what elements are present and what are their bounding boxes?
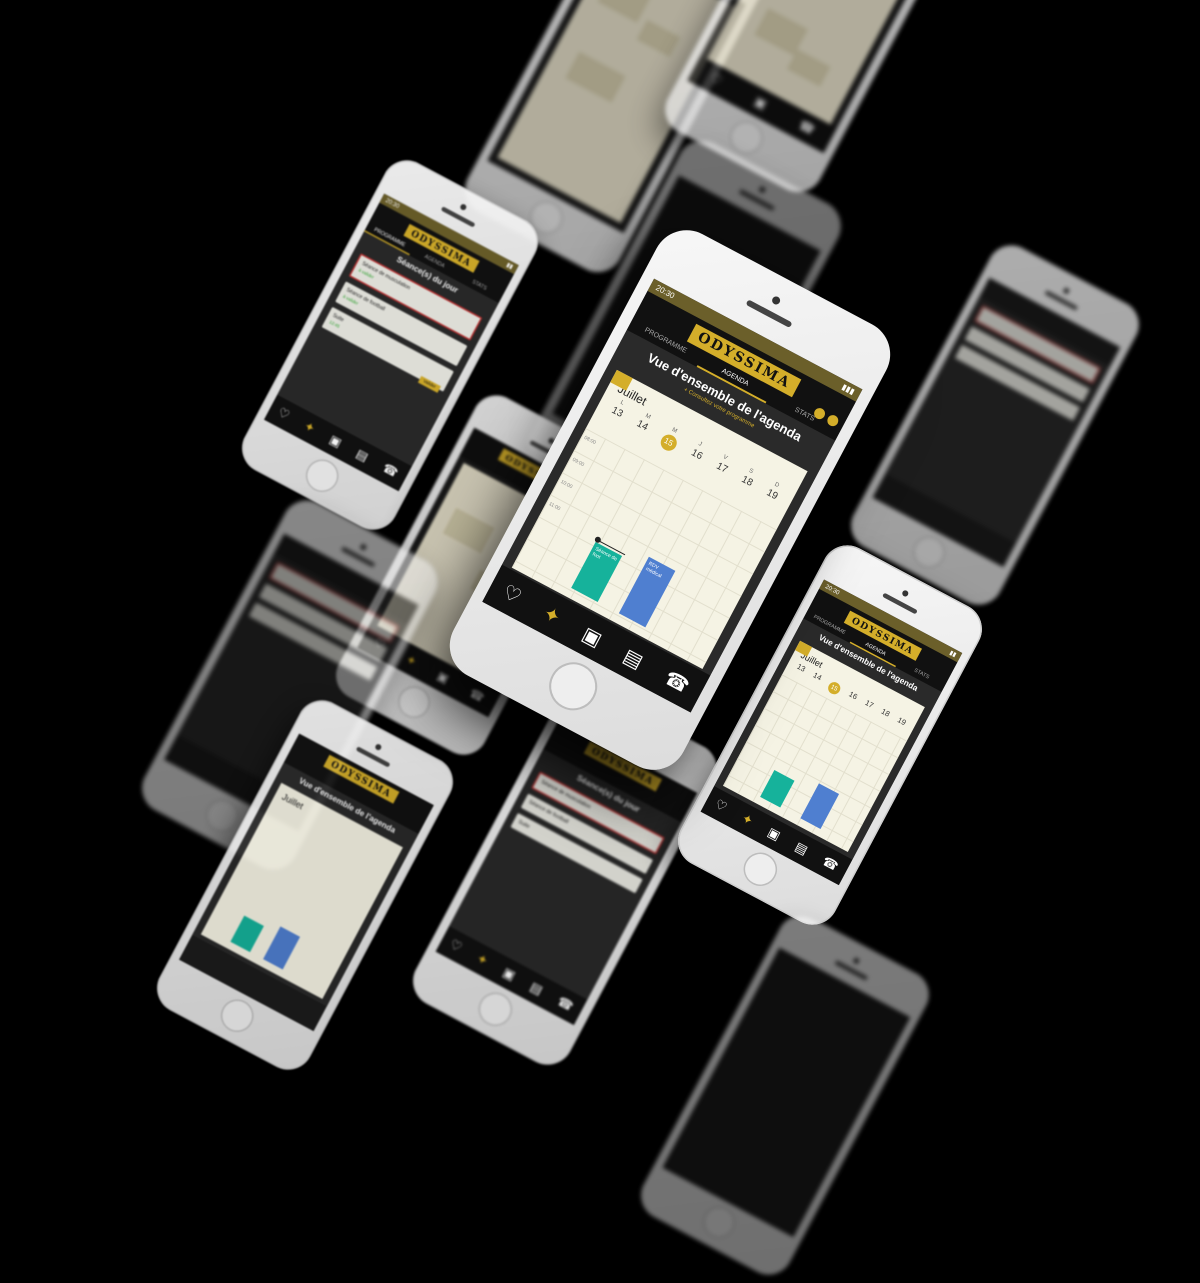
phone-mockup-bottomright-partial bbox=[632, 906, 938, 1283]
phone-icon[interactable]: ☎ bbox=[467, 686, 487, 706]
runner-icon[interactable]: ✦ bbox=[539, 600, 566, 630]
date-cell[interactable]: 17 bbox=[712, 461, 729, 480]
date-cell[interactable]: 19 bbox=[762, 487, 780, 506]
phone-icon[interactable]: ☎ bbox=[820, 854, 841, 875]
heart-pulse-icon[interactable]: ♡ bbox=[498, 579, 526, 609]
date-cell[interactable]: 13 bbox=[607, 405, 625, 424]
date-cell-today[interactable]: 15 bbox=[657, 431, 680, 454]
document-icon[interactable]: ▤ bbox=[527, 979, 546, 998]
event-label: RDV médical bbox=[644, 560, 663, 580]
bag-icon[interactable]: ▣ bbox=[435, 669, 452, 687]
phone-screen bbox=[872, 277, 1121, 568]
date-cell[interactable]: 16 bbox=[687, 447, 704, 466]
heart-pulse-icon[interactable]: ♡ bbox=[447, 937, 464, 956]
runner-icon[interactable]: ✦ bbox=[739, 811, 755, 830]
home-button[interactable] bbox=[540, 653, 606, 719]
phone-mockup-seances-right bbox=[842, 236, 1148, 614]
bag-icon[interactable]: ▣ bbox=[500, 965, 518, 984]
runner-icon[interactable]: ✦ bbox=[301, 419, 318, 437]
phone-screen: ♡ ▣ ☎ bbox=[687, 0, 946, 154]
bag-icon[interactable]: ▣ bbox=[751, 94, 769, 113]
phone-icon[interactable]: ☎ bbox=[660, 665, 694, 699]
phone-screen bbox=[662, 947, 911, 1238]
runner-icon[interactable]: ✦ bbox=[474, 951, 490, 970]
heart-pulse-icon[interactable]: ♡ bbox=[275, 405, 293, 423]
date-cell[interactable]: 14 bbox=[632, 418, 650, 437]
document-icon[interactable]: ▤ bbox=[619, 643, 647, 674]
event-block[interactable] bbox=[230, 915, 264, 953]
phone-icon[interactable]: ☎ bbox=[796, 117, 817, 138]
phone-icon[interactable]: ☎ bbox=[380, 461, 400, 481]
seances-content bbox=[885, 296, 1111, 544]
document-icon[interactable]: ▤ bbox=[353, 446, 371, 465]
bag-icon[interactable]: ▣ bbox=[578, 621, 606, 652]
document-icon[interactable]: ▤ bbox=[792, 839, 811, 858]
date-cell[interactable]: 18 bbox=[737, 474, 754, 493]
bag-icon[interactable]: ▣ bbox=[765, 825, 783, 844]
phone-icon[interactable]: ☎ bbox=[555, 994, 576, 1015]
heart-pulse-icon[interactable]: ♡ bbox=[707, 70, 725, 89]
bag-icon[interactable]: ▣ bbox=[327, 432, 344, 451]
runner-icon[interactable]: ✦ bbox=[403, 652, 419, 670]
event-block[interactable] bbox=[263, 926, 301, 970]
heart-pulse-icon[interactable]: ♡ bbox=[712, 797, 729, 816]
